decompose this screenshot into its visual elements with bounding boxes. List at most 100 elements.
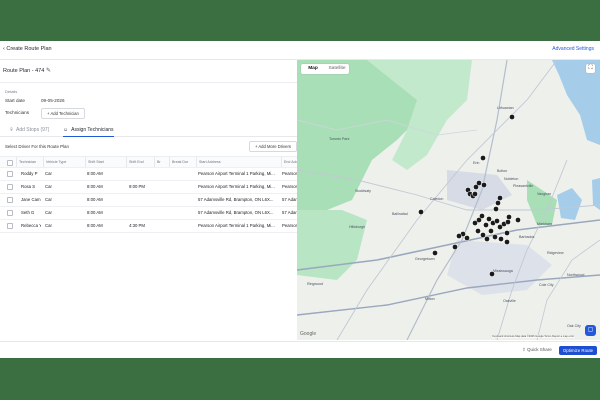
shift-end[interactable]: 4:30 PM (129, 219, 145, 232)
fullscreen-icon[interactable]: ⛶ (586, 64, 595, 73)
end-address[interactable]: Pearson (282, 219, 297, 232)
advanced-settings-link[interactable]: Advanced Settings (552, 46, 594, 52)
stop-marker[interactable] (489, 271, 495, 277)
start-address[interactable]: Pearson Airport Terminal 1 Parking, Mi..… (198, 167, 276, 180)
green-area (297, 210, 367, 280)
stop-marker[interactable] (498, 236, 504, 242)
stop-marker[interactable] (504, 239, 510, 245)
start-address[interactable]: Pearson Airport Terminal 1 Parking, Mi..… (198, 180, 276, 193)
stop-marker[interactable] (472, 191, 478, 197)
route-map[interactable]: Toronto Park Lithuanian Stoddsaty Hillsb… (297, 60, 600, 340)
shift-start[interactable]: 8:00 AM (87, 206, 103, 219)
stop-marker[interactable] (509, 114, 515, 120)
add-technician-button[interactable]: + Add Technician (41, 108, 85, 119)
place-label: Oak City (567, 324, 581, 328)
chat-icon[interactable]: ▢ (585, 325, 596, 336)
optimize-route-button[interactable]: Optimize Route (559, 346, 597, 355)
stop-marker[interactable] (497, 195, 503, 201)
map-attribution[interactable]: Keyboard shortcuts Map data ©2026 Google… (492, 335, 574, 338)
pin-icon: ⌾ (10, 127, 14, 133)
stop-marker[interactable] (479, 213, 485, 219)
stop-marker[interactable] (480, 155, 486, 161)
table-row[interactable]: Seth G Car 8:00 AM 57 Adamsville Rd, Bra… (0, 206, 297, 220)
shift-start[interactable]: 8:00 AM (87, 180, 103, 193)
footer-bar: ⇪ Quick Share Optimize Route (0, 341, 600, 358)
left-panel: Route Plan - 474 ✎ Details Start date 09… (0, 60, 298, 340)
table-row[interactable]: Rosa S Car 8:00 AM 9:00 PM Pearson Airpo… (0, 180, 297, 194)
end-address[interactable]: 57 Adan (282, 193, 297, 206)
technician-name: Seth G (21, 210, 35, 215)
shift-start[interactable]: 8:00 AM (87, 193, 103, 206)
vehicle-type[interactable]: Car (45, 219, 52, 232)
stop-marker[interactable] (494, 218, 500, 224)
start-address[interactable]: Pearson Airport Terminal 1 Parking, Mi..… (198, 219, 276, 232)
table-row[interactable]: Rebecca Y Car 8:00 AM 4:30 PM Pearson Ai… (0, 219, 297, 233)
place-label: Vaughan (537, 192, 551, 196)
shift-start[interactable]: 8:00 AM (87, 167, 103, 180)
col-shift-start: Shift Start (85, 157, 126, 167)
place-label: Bolton (497, 169, 507, 173)
stop-marker[interactable] (505, 219, 511, 225)
pencil-icon[interactable]: ✎ (46, 67, 54, 75)
add-more-drivers-button[interactable]: + Add More Drivers (249, 141, 297, 152)
place-label: Oakville (503, 299, 516, 303)
vehicle-type[interactable]: Car (45, 206, 52, 219)
stop-marker[interactable] (483, 222, 489, 228)
place-label: Ringwood (307, 282, 323, 286)
table-row[interactable]: Roddy P Car 8:00 AM Pearson Airport Term… (0, 167, 297, 181)
start-date-value[interactable]: 09-05-2026 (41, 98, 65, 103)
stop-marker[interactable] (475, 228, 481, 234)
place-label: Erin (473, 161, 479, 165)
stop-marker[interactable] (480, 232, 486, 238)
tab-assign-technicians[interactable]: ☺ Assign Technicians (63, 125, 114, 137)
shift-end[interactable]: 9:00 PM (129, 180, 145, 193)
place-label: Pleasantville (513, 184, 533, 188)
map-view-button[interactable]: Map (301, 64, 325, 74)
end-address[interactable]: 57 Adan (282, 206, 297, 219)
stop-marker[interactable] (484, 236, 490, 242)
col-end-address: End Addr (281, 157, 298, 167)
satellite-view-button[interactable]: Satellite (325, 64, 349, 74)
end-address[interactable]: Pearson (282, 167, 297, 180)
back-link[interactable]: ‹ Create Route Plan (3, 46, 52, 52)
stop-marker[interactable] (418, 209, 424, 215)
stop-marker[interactable] (476, 180, 482, 186)
row-checkbox[interactable] (7, 184, 13, 190)
technician-name: Rebecca Y (21, 223, 41, 228)
stop-marker[interactable] (432, 250, 438, 256)
stop-marker[interactable] (493, 206, 499, 212)
outer-frame-top (0, 0, 600, 41)
stop-marker[interactable] (452, 244, 458, 250)
row-checkbox[interactable] (7, 210, 13, 216)
stop-marker[interactable] (456, 233, 462, 239)
row-checkbox[interactable] (7, 171, 13, 177)
tab-add-stops[interactable]: ⌾ Add Stops (97) (10, 125, 49, 136)
stop-marker[interactable] (481, 182, 487, 188)
stop-marker[interactable] (495, 200, 501, 206)
place-label: Northwood (567, 273, 584, 277)
stop-marker[interactable] (504, 230, 510, 236)
select-all-checkbox[interactable] (7, 159, 13, 166)
shift-start[interactable]: 8:00 AM (87, 219, 103, 232)
quick-share-button[interactable]: ⇪ Quick Share (522, 347, 552, 353)
col-break: Br (154, 157, 169, 167)
map-canvas[interactable]: Toronto Park Lithuanian Stoddsaty Hillsb… (297, 60, 600, 340)
stop-marker[interactable] (515, 217, 521, 223)
end-address[interactable]: Pearson (282, 180, 297, 193)
vehicle-type[interactable]: Car (45, 180, 52, 193)
stop-marker[interactable] (492, 234, 498, 240)
stop-marker[interactable] (506, 214, 512, 220)
table-row[interactable]: Jane Cam Car 8:00 AM 57 Adamsville Rd, B… (0, 193, 297, 207)
vehicle-type[interactable]: Car (45, 167, 52, 180)
stop-marker[interactable] (464, 235, 470, 241)
start-address[interactable]: 57 Adamsville Rd, Brampton, ON L6X... (198, 206, 276, 219)
place-label: Toronto Park (329, 137, 350, 141)
row-checkbox[interactable] (7, 197, 13, 203)
stop-marker[interactable] (488, 228, 494, 234)
start-date-label: Start date (5, 98, 25, 103)
technician-name: Rosa S (21, 184, 36, 189)
vehicle-type[interactable]: Car (45, 193, 52, 206)
start-address[interactable]: 57 Adamsville Rd, Brampton, ON L6X... (198, 193, 276, 206)
stop-marker[interactable] (486, 216, 492, 222)
row-checkbox[interactable] (7, 223, 13, 229)
